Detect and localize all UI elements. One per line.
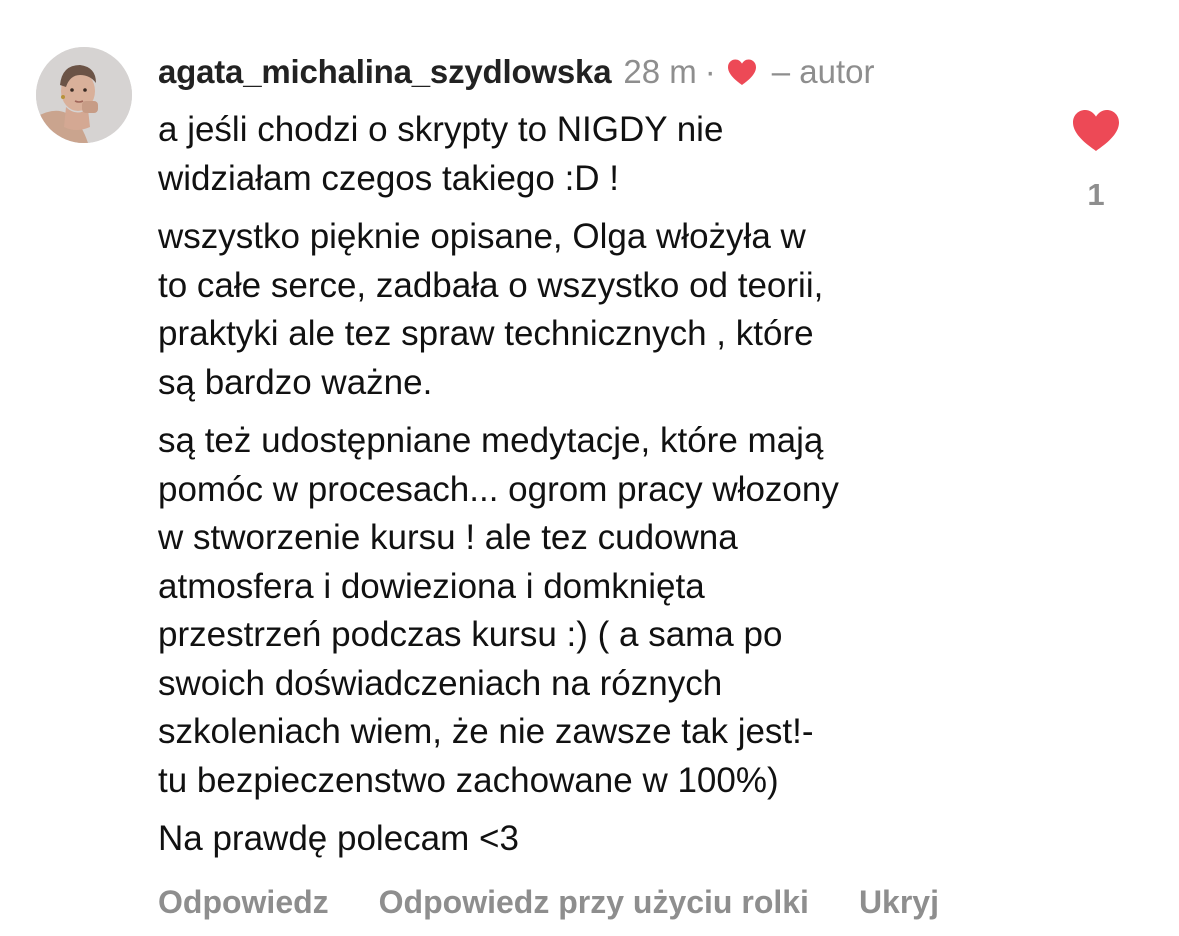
like-count[interactable]: 1 [1066, 175, 1126, 215]
reply-with-reel-button[interactable]: Odpowiedz przy użyciu rolki [379, 881, 809, 923]
comment-line: przestrzeń podczas kursu :) ( a sama po [158, 615, 783, 654]
comment-line: Na prawdę polecam <3 [158, 819, 519, 858]
comment-line: swoich doświadczeniach na róznych [158, 663, 723, 703]
separator-dot: · [704, 53, 716, 90]
comment-time: 28 m [623, 53, 697, 90]
username-link[interactable]: agata_michalina_szydlowska [158, 50, 612, 94]
comment-line: widziałam czegos takiego :D ! [158, 158, 620, 198]
reply-button[interactable]: Odpowiedz [158, 881, 329, 923]
like-column: 1 [1066, 107, 1126, 215]
comment-line: wszystko pięknie opisane, Olga włożyła w [158, 217, 806, 256]
comment-line: to całe serce, zadbała o wszystko od teo… [158, 265, 824, 305]
comment-paragraph-2: wszystko pięknie opisane, Olga włożyła w… [158, 213, 1058, 407]
comment-line: tu bezpieczenstwo zachowane w 100%) [158, 760, 779, 800]
comment-line: pomóc w procesach... ogrom pracy włozony [158, 469, 839, 509]
comment-item: agata_michalina_szydlowska 28 m · – auto… [0, 0, 1179, 936]
avatar[interactable] [36, 47, 132, 143]
comment-paragraph-3: są też udostępniane medytacje, które maj… [158, 417, 1058, 805]
comment-line: a jeśli chodzi o skrypty to NIGDY nie [158, 110, 724, 149]
comment-body: agata_michalina_szydlowska 28 m · – auto… [158, 50, 1058, 864]
comment-line: atmosfera i dowieziona i domknięta [158, 566, 705, 606]
comment-header: agata_michalina_szydlowska 28 m · – auto… [158, 50, 1058, 94]
comment-line: są też udostępniane medytacje, które maj… [158, 421, 824, 460]
hide-button[interactable]: Ukryj [859, 881, 939, 923]
like-heart-icon[interactable] [1070, 107, 1122, 153]
comment-line: praktyki ale tez spraw technicznych , kt… [158, 314, 814, 353]
author-label: – autor [771, 53, 875, 90]
comment-paragraph-1: a jeśli chodzi o skrypty to NIGDY nie wi… [158, 106, 1058, 203]
avatar-photo [36, 47, 132, 143]
comment-line: są bardzo ważne. [158, 362, 433, 402]
author-liked-heart-icon [726, 58, 758, 86]
comment-paragraph-4: Na prawdę polecam <3 [158, 815, 1058, 864]
comment-line: szkoleniach wiem, że nie zawsze tak jest… [158, 712, 814, 751]
comment-line: w stworzenie kursu ! ale tez cudowna [158, 518, 738, 557]
comment-actions: Odpowiedz Odpowiedz przy użyciu rolki Uk… [158, 881, 939, 923]
